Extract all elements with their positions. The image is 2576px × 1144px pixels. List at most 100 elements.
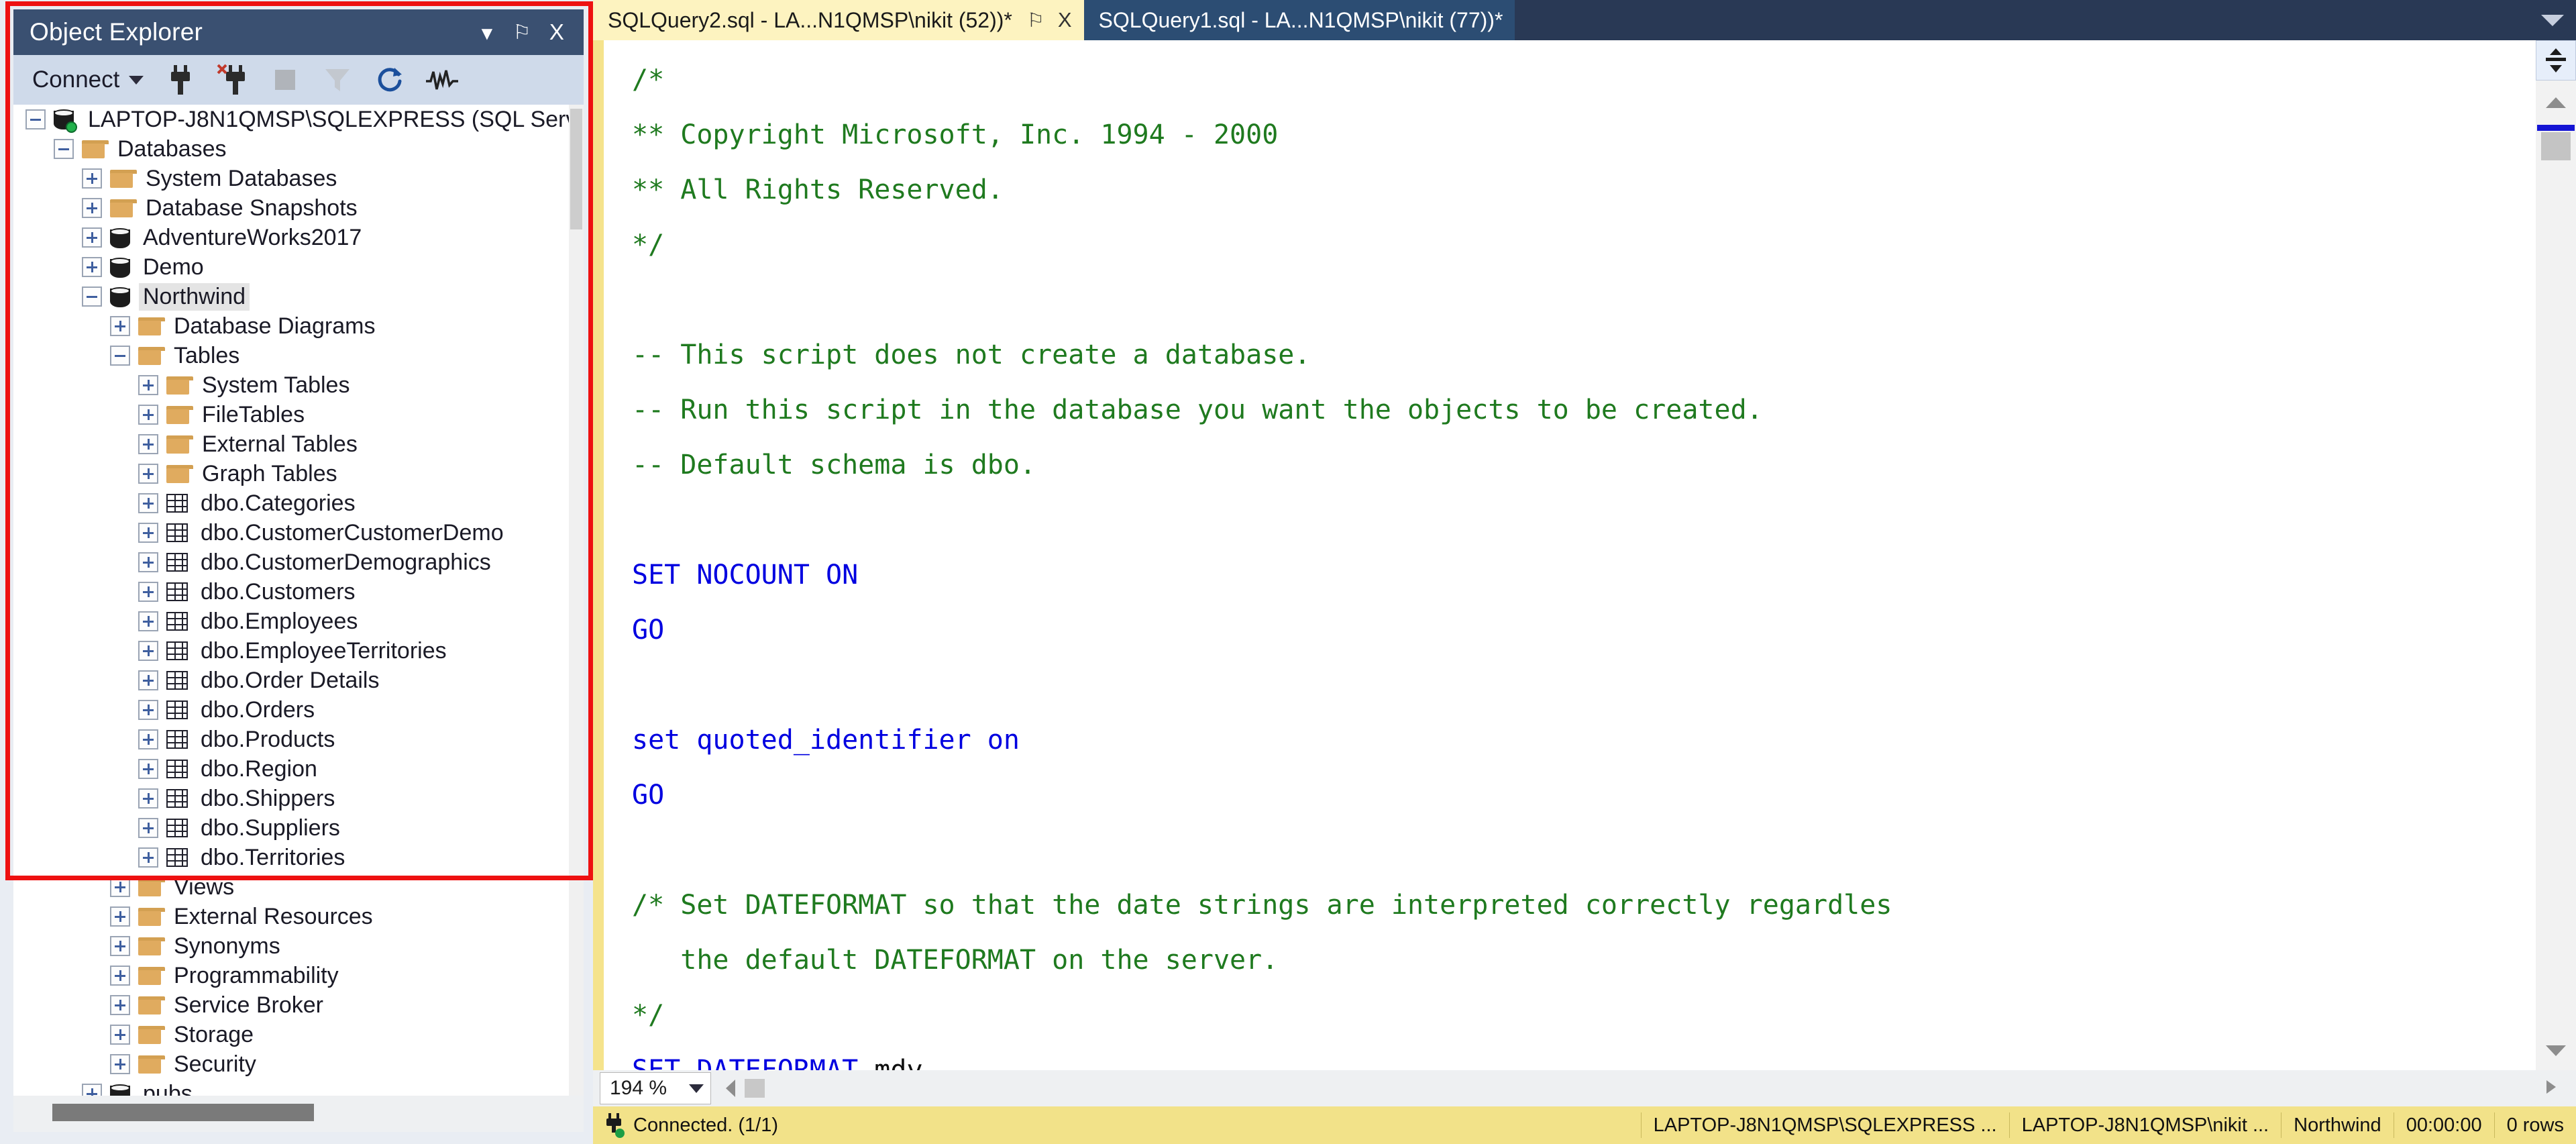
expand-icon[interactable]: [138, 611, 158, 631]
collapse-icon[interactable]: [110, 346, 130, 366]
tree-node[interactable]: Database Diagrams: [13, 311, 584, 341]
tree-node[interactable]: External Tables: [13, 429, 584, 459]
tree-node[interactable]: dbo.Categories: [13, 488, 584, 518]
tree-node[interactable]: dbo.Order Details: [13, 666, 584, 695]
expand-icon[interactable]: [82, 198, 102, 218]
collapse-icon[interactable]: [54, 139, 74, 159]
expand-icon[interactable]: [110, 906, 130, 927]
object-explorer-tree[interactable]: LAPTOP-J8N1QMSP\SQLEXPRESS (SQL Server 1…: [13, 105, 584, 1096]
expand-icon[interactable]: [82, 227, 102, 248]
tree-node[interactable]: dbo.Shippers: [13, 784, 584, 813]
scroll-left-button[interactable]: [726, 1080, 735, 1097]
stop-icon[interactable]: [259, 58, 311, 101]
object-explorer-vertical-scrollbar[interactable]: [569, 105, 584, 1096]
expand-icon[interactable]: [138, 670, 158, 690]
tree-node[interactable]: dbo.Territories: [13, 843, 584, 872]
filter-icon[interactable]: [311, 58, 364, 101]
expand-icon[interactable]: [110, 1025, 130, 1045]
scrollbar-thumb[interactable]: [52, 1104, 314, 1121]
expand-icon[interactable]: [138, 493, 158, 513]
expand-icon[interactable]: [110, 936, 130, 956]
tree-node[interactable]: dbo.Customers: [13, 577, 584, 607]
expand-icon[interactable]: [138, 759, 158, 779]
tree-node[interactable]: Views: [13, 872, 584, 902]
close-icon[interactable]: X: [539, 19, 574, 45]
expand-icon[interactable]: [138, 464, 158, 484]
expand-icon[interactable]: [110, 1054, 130, 1074]
tree-node[interactable]: System Databases: [13, 164, 584, 193]
editor-vertical-scrollbar[interactable]: [2536, 40, 2576, 1070]
connect-icon[interactable]: [154, 58, 207, 101]
object-explorer-horizontal-scrollbar[interactable]: [13, 1096, 584, 1132]
scrollbar-thumb[interactable]: [2541, 132, 2571, 160]
expand-icon[interactable]: [138, 582, 158, 602]
expand-icon[interactable]: [110, 316, 130, 336]
disconnect-icon[interactable]: [207, 58, 259, 101]
tree-node[interactable]: Demo: [13, 252, 584, 282]
expand-icon[interactable]: [82, 1084, 102, 1096]
horizontal-scrollbar-thumb[interactable]: [745, 1079, 765, 1098]
tree-node[interactable]: Graph Tables: [13, 459, 584, 488]
expand-icon[interactable]: [110, 995, 130, 1015]
code-line: */: [632, 229, 665, 260]
code-text[interactable]: /* ** Copyright Microsoft, Inc. 1994 - 20…: [632, 40, 2536, 1070]
expand-icon[interactable]: [138, 641, 158, 661]
expand-icon[interactable]: [138, 700, 158, 720]
tree-node[interactable]: dbo.CustomerCustomerDemo: [13, 518, 584, 548]
tree-node[interactable]: Storage: [13, 1020, 584, 1049]
connect-button[interactable]: Connect: [28, 64, 154, 96]
tree-node[interactable]: External Resources: [13, 902, 584, 931]
tree-node[interactable]: Databases: [13, 134, 584, 164]
expand-icon[interactable]: [82, 257, 102, 277]
zoom-level-select[interactable]: 194 %: [600, 1072, 711, 1104]
scroll-up-button[interactable]: [2536, 83, 2576, 122]
tree-node[interactable]: dbo.Orders: [13, 695, 584, 725]
expand-icon[interactable]: [138, 375, 158, 395]
tab-sqlquery1[interactable]: SQLQuery1.sql - LA...N1QMSP\nikit (77))*: [1083, 0, 1515, 40]
chevron-down-icon[interactable]: ▾: [470, 19, 504, 46]
tree-node[interactable]: LAPTOP-J8N1QMSP\SQLEXPRESS (SQL Server 1…: [13, 105, 584, 134]
collapse-icon[interactable]: [82, 287, 102, 307]
expand-icon[interactable]: [138, 847, 158, 868]
expand-icon[interactable]: [110, 966, 130, 986]
tree-node[interactable]: Tables: [13, 341, 584, 370]
close-icon[interactable]: X: [1058, 8, 1072, 32]
tree-node[interactable]: dbo.Suppliers: [13, 813, 584, 843]
tree-node[interactable]: System Tables: [13, 370, 584, 400]
tree-node[interactable]: Northwind: [13, 282, 584, 311]
expand-icon[interactable]: [138, 434, 158, 454]
pin-icon[interactable]: ⚐: [504, 21, 539, 44]
tree-node[interactable]: Synonyms: [13, 931, 584, 961]
tree-node[interactable]: dbo.EmployeeTerritories: [13, 636, 584, 666]
scrollbar-thumb[interactable]: [570, 109, 582, 229]
pin-icon[interactable]: ⚐: [1027, 9, 1044, 32]
tree-node[interactable]: dbo.Region: [13, 754, 584, 784]
tree-node[interactable]: Database Snapshots: [13, 193, 584, 223]
expand-icon[interactable]: [138, 818, 158, 838]
refresh-icon[interactable]: [364, 58, 416, 101]
tree-node[interactable]: Service Broker: [13, 990, 584, 1020]
tree-node[interactable]: dbo.Products: [13, 725, 584, 754]
split-view-button[interactable]: [2536, 40, 2576, 81]
tree-node[interactable]: FileTables: [13, 400, 584, 429]
tree-node[interactable]: AdventureWorks2017: [13, 223, 584, 252]
expand-icon[interactable]: [138, 788, 158, 809]
expand-icon[interactable]: [138, 552, 158, 572]
collapse-icon[interactable]: [25, 109, 46, 129]
activity-monitor-icon[interactable]: [416, 58, 468, 101]
expand-icon[interactable]: [138, 729, 158, 749]
tree-node[interactable]: dbo.CustomerDemographics: [13, 548, 584, 577]
expand-icon[interactable]: [82, 168, 102, 189]
expand-icon[interactable]: [138, 405, 158, 425]
scroll-right-button[interactable]: [2542, 1078, 2560, 1099]
tab-sqlquery2[interactable]: SQLQuery2.sql - LA...N1QMSP\nikit (52))*…: [593, 0, 1084, 40]
tree-node[interactable]: dbo.Employees: [13, 607, 584, 636]
tab-overflow-button[interactable]: [2529, 0, 2576, 40]
scroll-down-button[interactable]: [2536, 1031, 2576, 1070]
tree-node[interactable]: pubs: [13, 1079, 584, 1096]
tree-node[interactable]: Security: [13, 1049, 584, 1079]
expand-icon[interactable]: [110, 877, 130, 897]
expand-icon[interactable]: [138, 523, 158, 543]
sql-code-editor[interactable]: /* ** Copyright Microsoft, Inc. 1994 - 20…: [593, 40, 2576, 1070]
tree-node[interactable]: Programmability: [13, 961, 584, 990]
